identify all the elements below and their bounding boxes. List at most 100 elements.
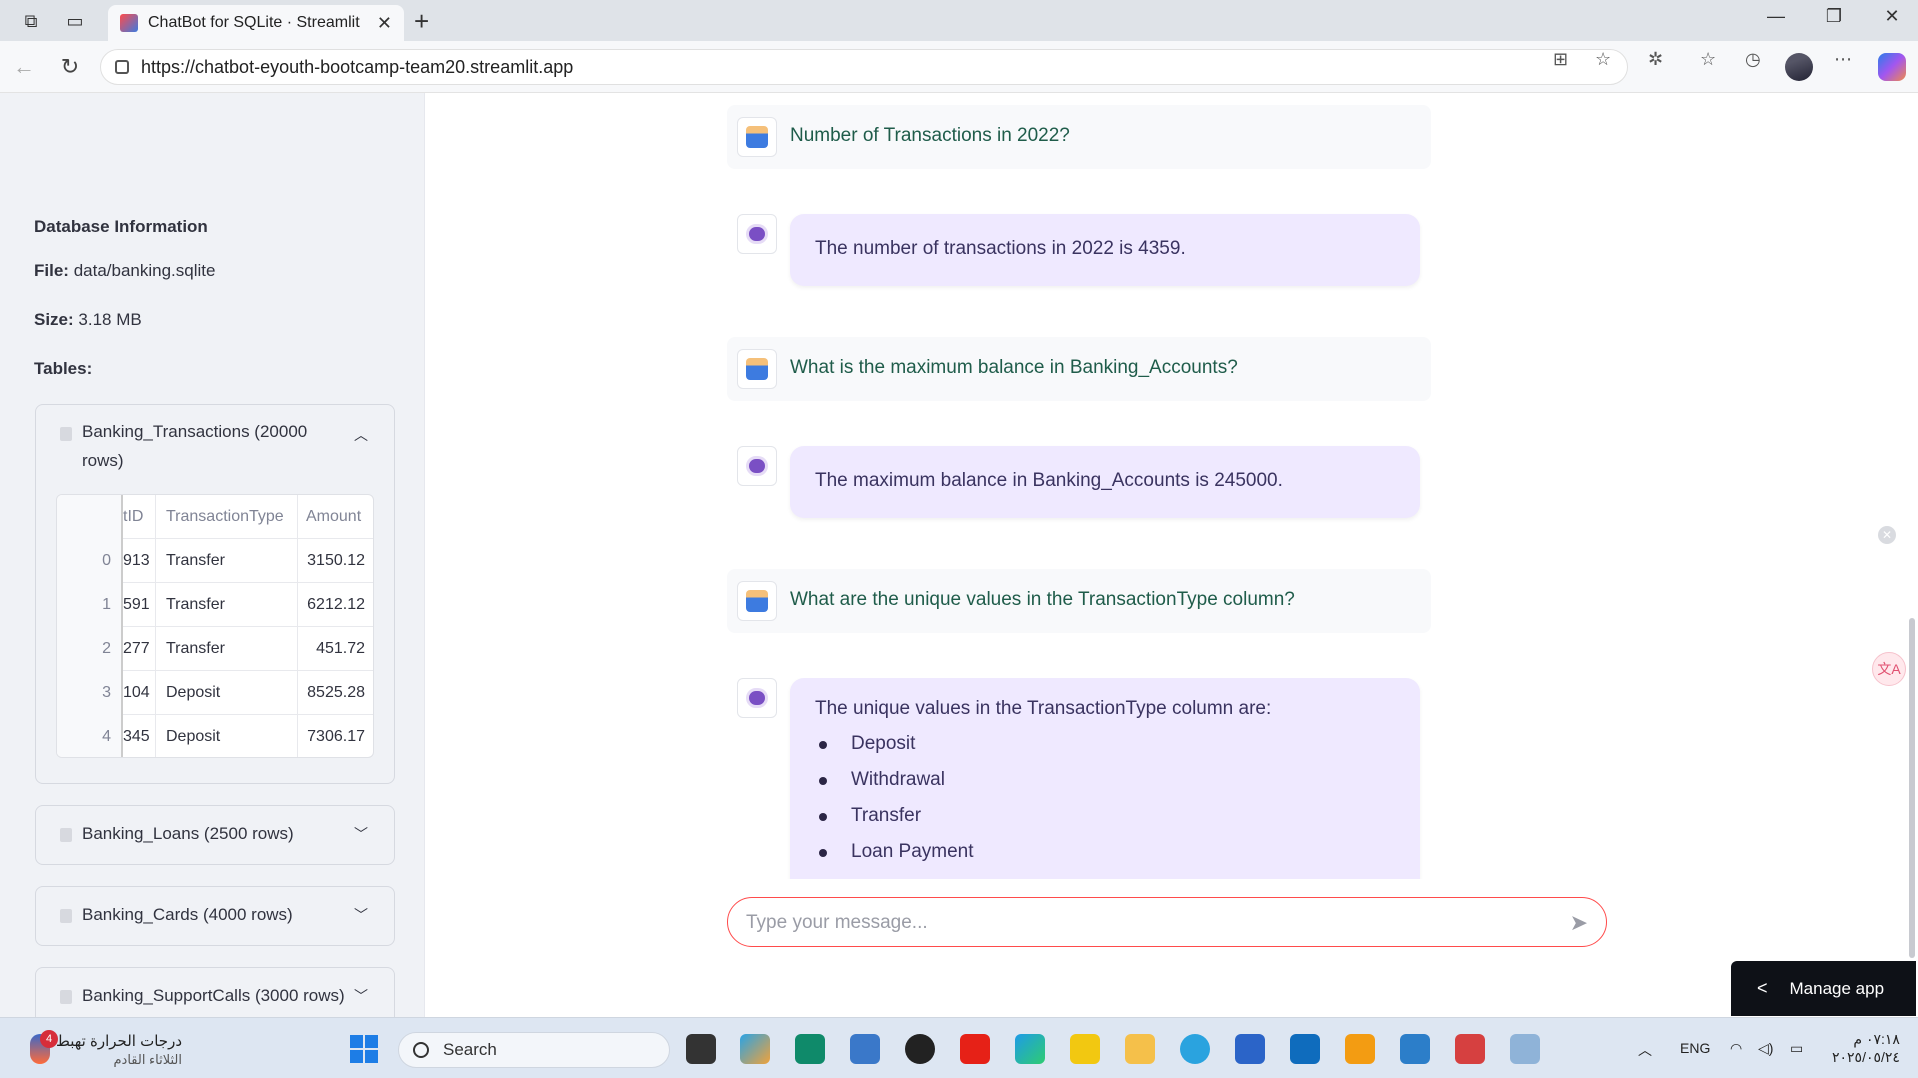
assistant-message-text: The maximum balance in Banking_Accounts … [815, 470, 1283, 491]
expander-banking-loans[interactable]: Banking_Loans (2500 rows) ﹀ [35, 805, 395, 865]
wifi-icon[interactable]: ◠ [1730, 1040, 1742, 1057]
copilot-app-icon[interactable] [740, 1034, 770, 1064]
id-cell[interactable]: 913 [121, 539, 155, 583]
clock-date: ٢٠٢٥/٠٥/٢٤ [1832, 1049, 1900, 1065]
expander-banking-supportcalls[interactable]: Banking_SupportCalls (3000 rows) ﹀ [35, 967, 395, 1017]
unique-values-list: Deposit Withdrawal Transfer Loan Payment [815, 726, 1395, 870]
expander-banking-cards[interactable]: Banking_Cards (4000 rows) ﹀ [35, 886, 395, 946]
clock[interactable]: ٠٧:١٨ م ٢٠٢٥/٠٥/٢٤ [1832, 1030, 1900, 1066]
task-view-icon[interactable] [686, 1034, 716, 1064]
type-cell[interactable]: Transfer [155, 539, 297, 583]
dataframe[interactable]: tID TransactionType Amount 0 913 Transfe… [56, 494, 374, 758]
favorite-star-icon[interactable]: ☆ [1595, 49, 1611, 70]
db-info-heading: Database Information [34, 217, 208, 236]
copilot-icon[interactable] [1878, 53, 1906, 81]
user-avatar [737, 349, 777, 389]
telegram-icon[interactable] [1180, 1034, 1210, 1064]
back-icon[interactable]: ← [10, 54, 38, 80]
snipping-tool-icon[interactable] [1455, 1034, 1485, 1064]
language-indicator[interactable]: ENG [1680, 1040, 1710, 1056]
type-cell[interactable]: Deposit [155, 671, 297, 715]
header-type-cell[interactable]: TransactionType [155, 495, 297, 539]
dataframe-header-row: tID TransactionType Amount [57, 495, 373, 539]
youtube-icon[interactable] [960, 1034, 990, 1064]
id-cell[interactable]: 104 [121, 671, 155, 715]
mail-icon[interactable] [1510, 1034, 1540, 1064]
translate-icon[interactable]: 文A [1872, 652, 1906, 686]
amount-cell[interactable]: 6212.12 [297, 583, 373, 627]
weather-headline: درجات الحرارة تهبط [55, 1033, 182, 1050]
volume-icon[interactable]: ◁) [1758, 1040, 1773, 1057]
workspaces-icon[interactable]: ⧉ [18, 8, 44, 34]
app-icon-green[interactable] [795, 1034, 825, 1064]
url-field[interactable]: https://chatbot-eyouth-bootcamp-team20.s… [100, 49, 1628, 85]
assistant-avatar [737, 678, 777, 718]
weather-widget[interactable]: 4 درجات الحرارة تهبط الثلاثاء القادم [26, 1030, 196, 1070]
new-tab-icon[interactable]: + [414, 6, 429, 37]
expander-header[interactable]: Banking_Loans (2500 rows) [36, 806, 394, 844]
amount-cell[interactable]: 7306.17 [297, 715, 373, 757]
favorites-icon[interactable]: ☆ [1700, 49, 1716, 70]
app-icon-orange[interactable] [1345, 1034, 1375, 1064]
chevron-down-icon[interactable]: ﹀ [354, 905, 368, 925]
app-icon-k[interactable] [850, 1034, 880, 1064]
taskbar-search[interactable]: Search [398, 1032, 670, 1068]
amount-cell[interactable]: 8525.28 [297, 671, 373, 715]
expander-title: Banking_SupportCalls (3000 rows) [82, 986, 345, 1005]
close-floating-icon[interactable]: ✕ [1878, 526, 1896, 544]
close-tab-icon[interactable]: ✕ [377, 13, 392, 34]
header-amount-cell[interactable]: Amount [297, 495, 373, 539]
store-icon[interactable] [1235, 1034, 1265, 1064]
file-value: data/banking.sqlite [73, 261, 216, 280]
restore-icon[interactable]: ❐ [1814, 6, 1854, 27]
chevron-down-icon[interactable]: ﹀ [354, 824, 368, 844]
id-cell[interactable]: 591 [121, 583, 155, 627]
browser-tab[interactable]: ChatBot for SQLite · Streamlit ✕ [108, 5, 404, 41]
user-message: What is the maximum balance in Banking_A… [727, 337, 1431, 401]
expander-header[interactable]: Banking_SupportCalls (3000 rows) [36, 968, 394, 1006]
expander-title: Banking_Loans (2500 rows) [82, 824, 294, 843]
chevron-up-icon[interactable]: ︿ [1638, 1040, 1652, 1060]
close-window-icon[interactable]: ✕ [1872, 6, 1912, 27]
windows-taskbar: 4 درجات الحرارة تهبط الثلاثاء القادم Sea… [0, 1017, 1918, 1078]
chevron-down-icon[interactable]: ﹀ [354, 986, 368, 1006]
assistant-bubble: The maximum balance in Banking_Accounts … [790, 446, 1420, 518]
type-cell[interactable]: Transfer [155, 583, 297, 627]
chat-input[interactable] [746, 908, 1526, 938]
main-scrollbar[interactable] [1909, 618, 1915, 958]
id-cell[interactable]: 345 [121, 715, 155, 757]
type-cell[interactable]: Transfer [155, 627, 297, 671]
header-id-cell[interactable]: tID [121, 495, 155, 539]
chatgpt-icon[interactable] [905, 1034, 935, 1064]
more-options-icon[interactable]: ⋯ [1834, 49, 1852, 70]
user-message: What are the unique values in the Transa… [727, 569, 1431, 633]
app-available-icon[interactable]: ⊞ [1553, 49, 1568, 70]
type-cell[interactable]: Deposit [155, 715, 297, 757]
edge-icon[interactable] [1015, 1034, 1045, 1064]
amount-cell[interactable]: 451.72 [297, 627, 373, 671]
send-icon[interactable]: ➤ [1570, 910, 1588, 936]
amount-cell[interactable]: 3150.12 [297, 539, 373, 583]
user-avatar [737, 117, 777, 157]
profile-avatar[interactable] [1785, 53, 1813, 81]
reload-icon[interactable]: ↻ [56, 54, 84, 80]
file-explorer-icon[interactable] [1125, 1034, 1155, 1064]
outlook-icon[interactable] [1290, 1034, 1320, 1064]
chat-input-box[interactable]: ➤ [727, 897, 1607, 947]
battery-icon[interactable]: ▭ [1790, 1040, 1803, 1057]
list-item: Loan Payment [815, 834, 1395, 870]
id-cell[interactable]: 277 [121, 627, 155, 671]
vscode-icon[interactable] [1400, 1034, 1430, 1064]
assistant-avatar [737, 446, 777, 486]
power-bi-icon[interactable] [1070, 1034, 1100, 1064]
expander-header[interactable]: Banking_Cards (4000 rows) [36, 887, 394, 925]
extensions-icon[interactable]: ✲ [1648, 49, 1663, 70]
expander-header[interactable]: Banking_Transactions (20000 rows) [36, 405, 394, 475]
history-icon[interactable]: ◷ [1745, 49, 1761, 70]
manage-app-button[interactable]: < Manage app [1731, 961, 1916, 1016]
windows-start-icon[interactable] [350, 1035, 378, 1063]
vertical-tabs-icon[interactable]: ▭ [62, 8, 88, 34]
assistant-message-text: The unique values in the TransactionType… [815, 698, 1272, 719]
minimize-icon[interactable]: — [1756, 6, 1796, 27]
chevron-up-icon[interactable]: ︿ [354, 425, 368, 445]
